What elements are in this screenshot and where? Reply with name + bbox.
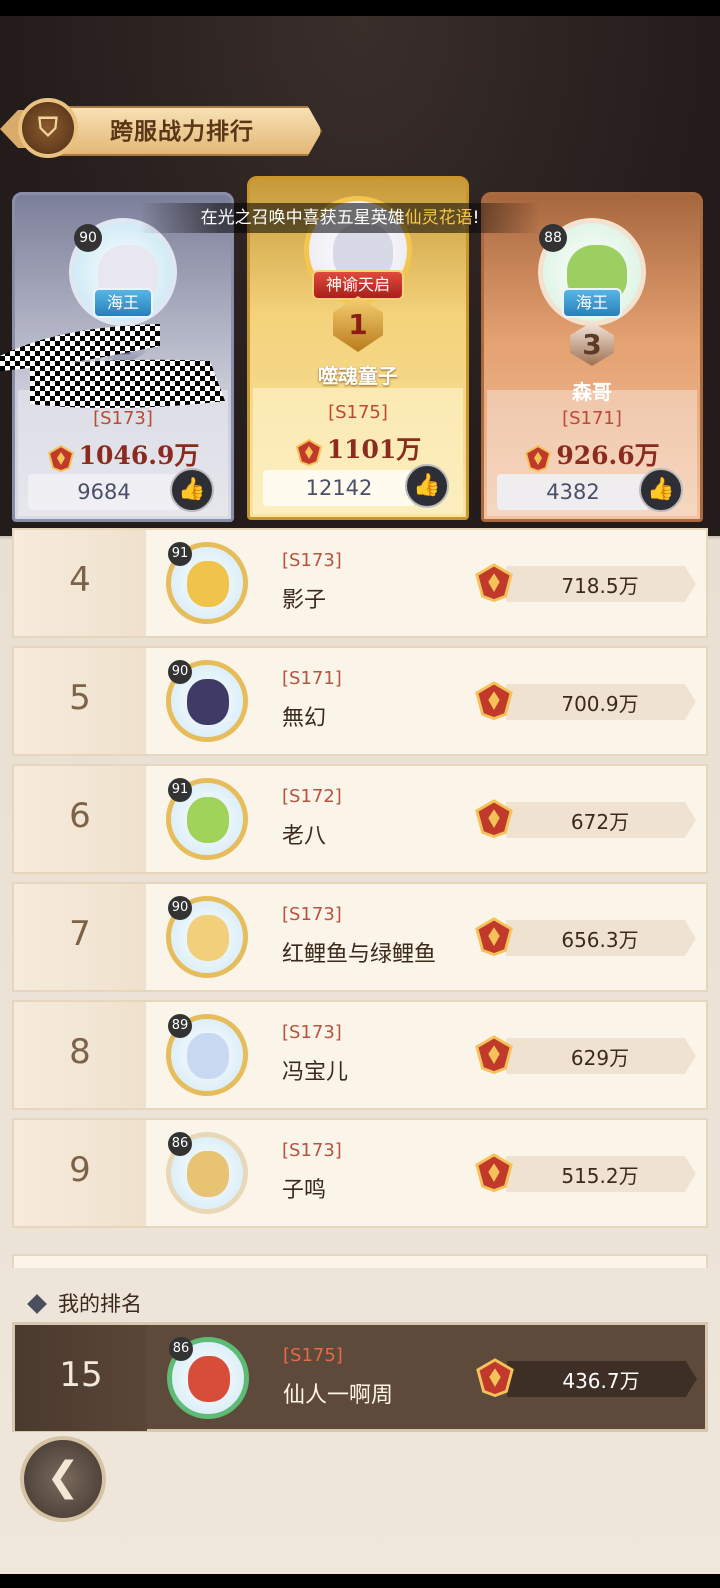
table-row[interactable]: 6 91 [S172] 老八 672万: [12, 764, 708, 874]
player-name: 子鸣: [282, 1178, 327, 1203]
back-arrow-icon[interactable]: ❮: [20, 1436, 106, 1522]
thumbs-up-icon[interactable]: 👍: [170, 468, 214, 512]
server-label: [S171]: [562, 408, 622, 429]
power-value: 436.7万: [562, 1369, 640, 1393]
like-count: 4382: [497, 474, 649, 510]
announcement-banner: 在光之召唤中喜获五星英雄仙灵花语!: [140, 203, 540, 233]
power-value: 672万: [570, 810, 630, 834]
rank-number: 9: [69, 1150, 91, 1190]
server-label: [S173]: [282, 1140, 342, 1161]
level-badge: 91: [168, 778, 192, 802]
power-value: 656.3万: [561, 928, 639, 952]
power-value: 629万: [570, 1046, 630, 1070]
power-crest-icon: [475, 799, 513, 838]
player-name: 森哥: [572, 380, 612, 404]
diamond-icon: [27, 1294, 47, 1314]
power-crest-icon: [475, 1035, 513, 1074]
title-tag: 海王: [92, 288, 154, 318]
power-crest-icon: [475, 1153, 513, 1192]
server-label: [S175]: [283, 1345, 343, 1366]
level-badge: 89: [168, 1014, 192, 1038]
power-value: 1046.9万: [12, 436, 234, 472]
my-rank-label: 我的排名: [27, 1288, 142, 1318]
power-crest-icon: [475, 681, 513, 720]
rank-number: 7: [69, 914, 91, 954]
like-count: 9684: [28, 474, 180, 510]
power-crest-icon: [475, 917, 513, 956]
list-item: [12, 1254, 708, 1268]
power-crest-icon: [475, 563, 513, 602]
player-name: 红鲤鱼与绿鲤鱼: [282, 942, 437, 967]
server-label: [S173]: [282, 904, 342, 925]
power-crest-icon: [476, 1358, 514, 1397]
player-name: 仙人一啊周: [283, 1383, 394, 1408]
rank-number: 5: [69, 678, 91, 718]
player-name: 影子: [282, 588, 327, 613]
rank-number: 15: [59, 1355, 103, 1395]
nav-bar: [0, 1574, 720, 1588]
server-label: [S173]: [282, 550, 342, 571]
thumbs-up-icon[interactable]: 👍: [405, 464, 449, 508]
podium-rank-3[interactable]: 88 海王 3 森哥 [S171] 926.6万 4382 👍: [481, 192, 703, 522]
title-tag: 神谕天启: [311, 270, 405, 300]
table-row[interactable]: 4 91 [S173] 影子 718.5万: [12, 528, 708, 638]
power-value: 1101万: [247, 430, 469, 466]
level-badge: 90: [74, 224, 102, 252]
redaction-scribble: [0, 324, 225, 408]
rank-number: 6: [69, 796, 91, 836]
table-row[interactable]: 5 90 [S171] 無幻 700.9万: [12, 646, 708, 756]
level-badge: 90: [168, 660, 192, 684]
power-value: 515.2万: [561, 1164, 639, 1188]
title-tag: 海王: [561, 288, 623, 318]
rank-number: 4: [69, 560, 91, 600]
level-badge: 86: [168, 1132, 192, 1156]
player-name: 噬魂童子: [318, 364, 398, 388]
status-bar: [0, 0, 720, 16]
power-value: 718.5万: [561, 574, 639, 598]
table-row[interactable]: 8 89 [S173] 冯宝儿 629万: [12, 1000, 708, 1110]
server-label: [S173]: [282, 1022, 342, 1043]
table-row[interactable]: 7 90 [S173] 红鲤鱼与绿鲤鱼 656.3万: [12, 882, 708, 992]
rank-number: 8: [69, 1032, 91, 1072]
level-badge: 91: [168, 542, 192, 566]
power-crest-icon: [525, 444, 552, 472]
server-label: [S172]: [282, 786, 342, 807]
level-badge: 90: [168, 896, 192, 920]
player-name: 冯宝儿: [282, 1060, 349, 1085]
table-row[interactable]: 9 86 [S173] 子鸣 515.2万: [12, 1118, 708, 1228]
power-value: 700.9万: [561, 692, 639, 716]
thumbs-up-icon[interactable]: 👍: [639, 468, 683, 512]
server-label: [S171]: [282, 668, 342, 689]
power-crest-icon: [47, 444, 74, 472]
power-value: 926.6万: [481, 436, 703, 472]
like-count: 12142: [263, 470, 415, 506]
shield-medal-icon: ⛉: [18, 98, 78, 158]
level-badge: 88: [539, 224, 567, 252]
player-name: 無幻: [282, 706, 327, 731]
server-label: [S175]: [328, 402, 388, 423]
page-title: 跨服战力排行: [110, 119, 254, 145]
title-banner: ⛉ 跨服战力排行: [0, 98, 340, 158]
player-name: 老八: [282, 824, 327, 849]
level-badge: 86: [169, 1337, 193, 1361]
power-crest-icon: [295, 438, 322, 466]
my-rank-row[interactable]: 15 86 [S175] 仙人一啊周 436.7万: [12, 1322, 708, 1432]
